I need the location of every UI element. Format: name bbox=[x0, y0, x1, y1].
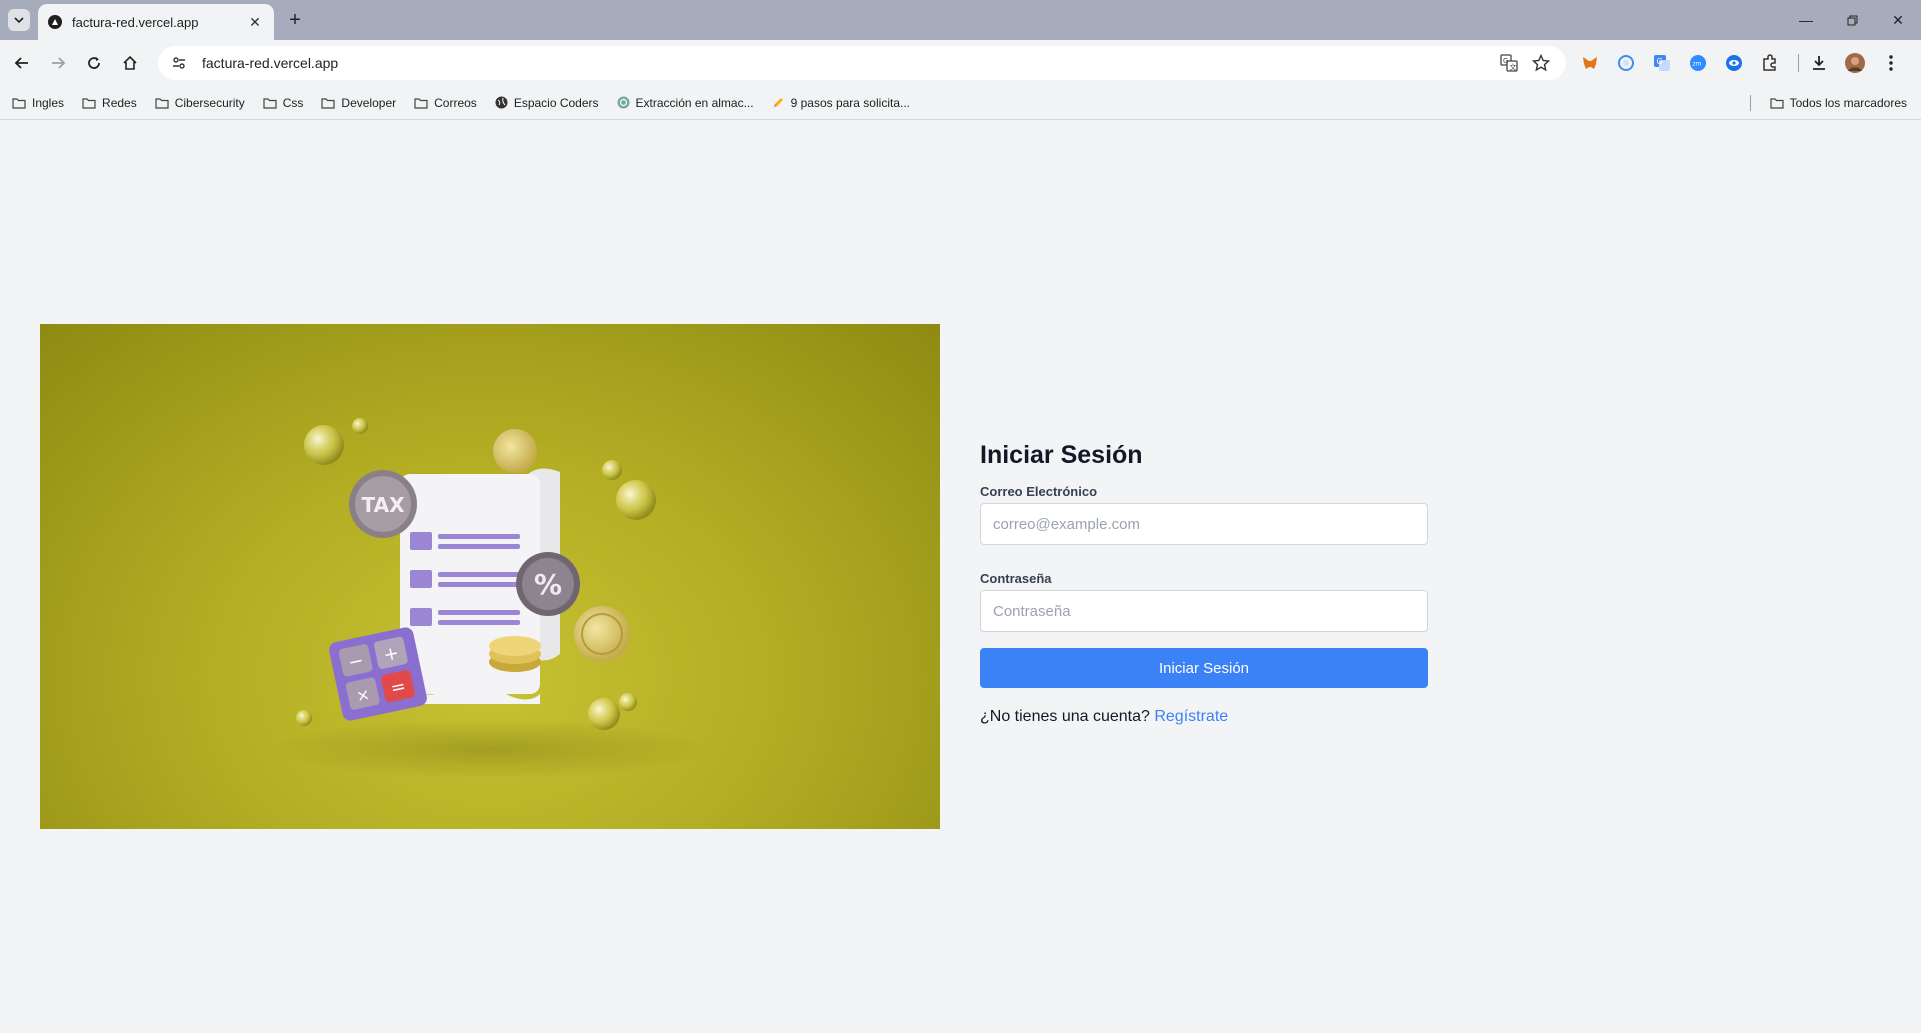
svg-text:zm: zm bbox=[1693, 61, 1702, 68]
bookmark-label: Extracción en almac... bbox=[635, 95, 754, 110]
toolbar-separator bbox=[1798, 54, 1799, 72]
globe-icon bbox=[495, 96, 508, 109]
minimize-icon[interactable]: — bbox=[1783, 0, 1829, 40]
bookmarks-divider bbox=[1750, 95, 1751, 111]
bookmark-item[interactable]: Developer bbox=[321, 96, 396, 110]
zoom-icon[interactable]: zm bbox=[1684, 49, 1712, 77]
bookmark-item[interactable]: Redes bbox=[82, 96, 137, 110]
new-tab-button[interactable]: + bbox=[284, 9, 306, 31]
folder-icon bbox=[155, 97, 169, 109]
bookmark-label: Css bbox=[282, 95, 304, 110]
tax-label: TAX bbox=[362, 493, 406, 517]
all-bookmarks-label: Todos los marcadores bbox=[1789, 96, 1907, 110]
profile-avatar[interactable] bbox=[1841, 49, 1869, 77]
address-bar[interactable]: factura-red.vercel.app 文G bbox=[158, 46, 1566, 80]
window-controls: — ✕ bbox=[1783, 0, 1921, 40]
browser-tabstrip: factura-red.vercel.app ✕ + — ✕ bbox=[0, 0, 1921, 40]
bookmark-item[interactable]: Css bbox=[263, 95, 304, 110]
bookmark-item[interactable]: 9 pasos para solicita... bbox=[772, 96, 910, 110]
bookmark-label: Cibersecurity bbox=[174, 95, 245, 110]
circle-extension-icon[interactable] bbox=[1612, 49, 1640, 77]
bookmark-item[interactable]: Correos bbox=[414, 96, 477, 110]
login-title: Iniciar Sesión bbox=[980, 441, 1143, 469]
svg-text:G: G bbox=[1503, 57, 1508, 65]
bookmark-label: Developer bbox=[341, 95, 397, 110]
password-label: Contraseña bbox=[980, 571, 1052, 586]
browser-toolbar: factura-red.vercel.app 文G G zm bbox=[0, 40, 1921, 86]
reload-icon[interactable] bbox=[80, 49, 108, 77]
tab-close-icon[interactable]: ✕ bbox=[246, 13, 264, 31]
bookmark-label: Correos bbox=[434, 95, 477, 110]
login-submit-button[interactable]: Iniciar Sesión bbox=[980, 648, 1428, 688]
pencil-icon bbox=[772, 96, 785, 109]
folder-icon bbox=[12, 97, 26, 109]
invoice-tax-illustration: TAX % − + × = bbox=[270, 418, 710, 779]
browser-tab[interactable]: factura-red.vercel.app ✕ bbox=[38, 4, 274, 40]
url-text: factura-red.vercel.app bbox=[202, 55, 339, 71]
tab-search-button[interactable] bbox=[8, 9, 30, 31]
page-content: TAX % − + × = Iniciar Sesión Correo Elec… bbox=[0, 121, 1921, 1033]
signup-link[interactable]: Regístrate bbox=[1154, 708, 1228, 725]
site-info-icon[interactable] bbox=[168, 52, 190, 74]
percent-coin-graphic: % bbox=[516, 552, 580, 616]
email-label: Correo Electrónico bbox=[980, 484, 1098, 499]
bookmark-label: Redes bbox=[102, 95, 137, 110]
bookmark-item[interactable]: Extracción en almac... bbox=[617, 96, 754, 110]
login-form: Iniciar Sesión Correo Electrónico Contra… bbox=[980, 441, 1428, 726]
folder-icon bbox=[263, 97, 277, 109]
hero-illustration: TAX % − + × = bbox=[40, 324, 940, 829]
signup-prompt: ¿No tienes una cuenta? bbox=[980, 708, 1150, 725]
calculator-graphic: − + × = bbox=[329, 627, 427, 721]
bookmark-label: 9 pasos para solicita... bbox=[790, 95, 910, 110]
metamask-icon[interactable] bbox=[1576, 49, 1604, 77]
google-translate-icon[interactable]: G bbox=[1648, 49, 1676, 77]
menu-kebab-icon[interactable] bbox=[1877, 49, 1905, 77]
tax-coin-graphic: TAX bbox=[349, 470, 417, 538]
bookmark-item[interactable]: Cibersecurity bbox=[155, 96, 245, 110]
forward-icon[interactable] bbox=[44, 49, 72, 77]
download-icon[interactable] bbox=[1805, 49, 1833, 77]
home-icon[interactable] bbox=[116, 49, 144, 77]
all-bookmarks-button[interactable]: Todos los marcadores bbox=[1770, 86, 1907, 120]
back-icon[interactable] bbox=[8, 49, 36, 77]
password-field[interactable] bbox=[980, 590, 1428, 632]
tab-title: factura-red.vercel.app bbox=[72, 14, 199, 30]
folder-icon bbox=[1770, 97, 1784, 109]
extensions-area: G zm bbox=[1576, 49, 1913, 77]
percent-label: % bbox=[534, 568, 562, 601]
folder-icon bbox=[414, 97, 428, 109]
eye-extension-icon[interactable] bbox=[1720, 49, 1748, 77]
chatgpt-icon bbox=[617, 96, 630, 109]
restore-icon[interactable] bbox=[1829, 0, 1875, 40]
bookmark-star-icon[interactable] bbox=[1528, 50, 1554, 76]
vercel-favicon-icon bbox=[48, 15, 62, 29]
translate-icon[interactable]: 文G bbox=[1496, 50, 1522, 76]
email-field[interactable] bbox=[980, 503, 1428, 545]
bookmark-label: Ingles bbox=[32, 95, 65, 110]
folder-icon bbox=[82, 97, 96, 109]
folder-icon bbox=[321, 97, 336, 109]
extensions-puzzle-icon[interactable] bbox=[1756, 49, 1784, 77]
close-window-icon[interactable]: ✕ bbox=[1875, 0, 1921, 40]
svg-text:文: 文 bbox=[1510, 63, 1517, 72]
signup-row: ¿No tienes una cuenta? Regístrate bbox=[980, 708, 1428, 726]
bookmark-item[interactable]: Ingles bbox=[12, 96, 64, 110]
bookmarks-bar: Ingles Redes Cibersecurity Css Developer Corr… bbox=[0, 86, 1921, 120]
bookmark-label: Espacio Coders bbox=[513, 95, 599, 110]
svg-text:G: G bbox=[1657, 57, 1663, 66]
chevron-down-icon bbox=[14, 17, 24, 24]
bookmark-item[interactable]: Espacio Coders bbox=[495, 96, 599, 110]
